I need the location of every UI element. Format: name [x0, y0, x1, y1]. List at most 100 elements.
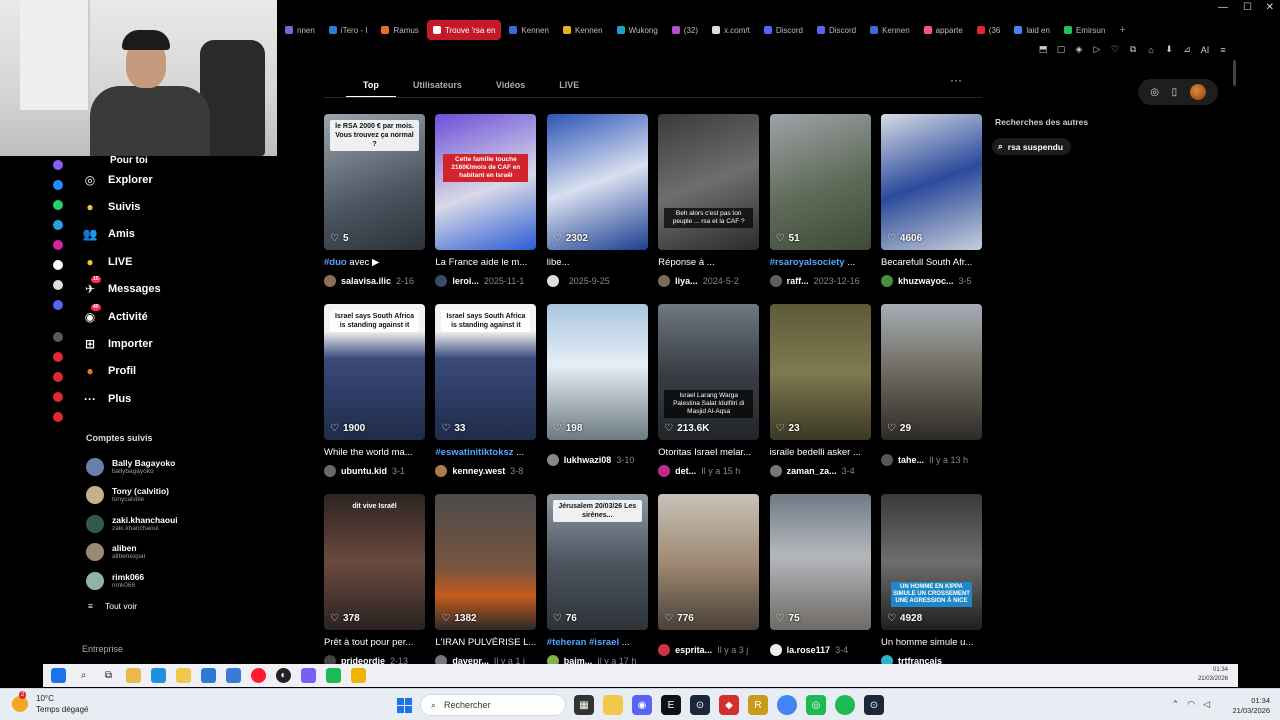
search-icon[interactable]: ⌕	[76, 668, 91, 683]
creator-username[interactable]: det...	[675, 466, 696, 476]
nav-item-more[interactable]: ··· Plus	[82, 385, 272, 412]
obs-icon[interactable]: ◐	[276, 668, 291, 683]
compass-icon[interactable]: ◎	[1150, 87, 1159, 98]
video-card[interactable]: ♡ 75 la.rose117 3-4	[769, 494, 871, 684]
nav-item-upload[interactable]: ⊞ Importer	[82, 330, 272, 357]
new-tab-button[interactable]: +	[1113, 24, 1131, 36]
x-icon[interactable]	[53, 280, 63, 290]
creator-username[interactable]: ubuntu.kid	[341, 466, 387, 476]
creator-avatar[interactable]	[880, 454, 893, 466]
browser-tab[interactable]: apparte	[918, 20, 969, 40]
video-thumbnail[interactable]: Jérusalem 20/03/26 Les sirènes... ♡ 76	[546, 494, 648, 630]
video-card[interactable]: ♡ 1382 L'IRAN PULVÉRISE L... davepr... Il…	[435, 494, 537, 684]
windows-start-button[interactable]	[397, 698, 412, 713]
creator-username[interactable]: zaman_za...	[787, 466, 837, 476]
video-thumbnail[interactable]: Beh alors c'est pas ton peuple ... rsa e…	[658, 114, 760, 250]
browser-tab[interactable]: iTero - I	[323, 20, 374, 40]
toolbar-icon[interactable]: ⧉	[1128, 44, 1138, 55]
creator-avatar[interactable]	[546, 275, 559, 287]
maximize-window-button[interactable]: ☐	[1243, 2, 1252, 13]
video-card[interactable]: UN HOMME EN KIPPA SIMULE UN CROSSEMENT U…	[880, 494, 982, 684]
browser-tab[interactable]: Kennen	[557, 20, 609, 40]
creator-username[interactable]: liya...	[675, 276, 698, 286]
bookmarks-icon[interactable]	[53, 392, 63, 402]
telegram-icon[interactable]	[53, 220, 63, 230]
browser-tab[interactable]: x.com/t	[706, 20, 756, 40]
spotify-icon[interactable]	[326, 668, 341, 683]
nav-item-live[interactable]: ● LIVE	[82, 248, 272, 275]
toolbar-icon[interactable]: ◈	[1074, 44, 1084, 55]
nav-item-explore[interactable]: ◎ Explorer	[82, 166, 272, 193]
browser-tab[interactable]: Emirsun	[1058, 20, 1111, 40]
video-thumbnail[interactable]: ♡ 4606	[880, 114, 982, 250]
creator-avatar[interactable]	[769, 275, 782, 287]
browser-tab[interactable]: Wukong	[611, 20, 664, 40]
device-icon[interactable]: ▯	[1172, 87, 1178, 98]
video-thumbnail[interactable]: ♡ 51	[769, 114, 871, 250]
video-caption[interactable]: libe...	[547, 257, 648, 268]
video-card[interactable]: Israel says South Africa is standing aga…	[435, 304, 537, 494]
toolbar-icon[interactable]: ⌂	[1146, 45, 1156, 55]
copilot-icon[interactable]	[126, 668, 141, 683]
creator-username[interactable]: la.rose117	[787, 645, 831, 655]
video-thumbnail[interactable]: Israel says South Africa is standing aga…	[324, 304, 425, 440]
video-caption[interactable]: #teheran #israel ...	[547, 637, 648, 648]
toolbar-icon[interactable]: ⬇	[1164, 44, 1174, 55]
system-clock[interactable]: 01:34 21/03/2026	[1232, 696, 1270, 716]
followed-account[interactable]: zaki.khanchaoui zaki.khanchaoui	[86, 510, 272, 539]
creator-avatar[interactable]	[658, 465, 671, 477]
toolbar-icon[interactable]: ⬒	[1038, 44, 1048, 55]
video-hashtag[interactable]: #teheran #israel	[547, 637, 619, 648]
video-thumbnail[interactable]: Cette famille touche 2160€/mois de CAF e…	[435, 114, 537, 250]
creator-avatar[interactable]	[324, 275, 336, 287]
followed-account[interactable]: Bally Bagayoko ballybagayoko	[86, 453, 272, 482]
opera-gx-icon[interactable]	[251, 668, 266, 683]
steam-icon[interactable]: ⊙	[690, 695, 710, 715]
video-caption[interactable]: Prêt à tout pour per...	[324, 637, 425, 648]
nav-item-following[interactable]: ● Suivis	[82, 193, 272, 220]
taskbar-search-input[interactable]: ⌕ Rechercher	[420, 694, 566, 716]
video-thumbnail[interactable]: le RSA 2000 € par mois. Vous trouvez ça …	[324, 114, 425, 250]
video-thumbnail[interactable]: Israel Larang Warga Palestina Salat Idul…	[658, 304, 760, 440]
creator-username[interactable]: lukhwazi08	[564, 455, 612, 465]
footer-entreprise-link[interactable]: Entreprise	[82, 644, 123, 654]
chevron-up-icon[interactable]: ⌃	[1172, 699, 1180, 710]
video-caption[interactable]: Otoritas Israel melar...	[658, 447, 759, 458]
toolbar-icon[interactable]: AI	[1200, 45, 1210, 55]
browser-tab[interactable]: (32)	[666, 20, 704, 40]
nav-item-friends[interactable]: 👥 Amis	[82, 221, 272, 248]
discord-icon[interactable]	[53, 300, 63, 310]
creator-avatar[interactable]	[880, 275, 893, 287]
discord-icon[interactable]: ◉	[632, 695, 652, 715]
tab-utilisateurs[interactable]: Utilisateurs	[396, 80, 479, 98]
video-caption[interactable]: Becarefull South Afr...	[881, 257, 982, 268]
epic-games-icon[interactable]: E	[661, 695, 681, 715]
toolbar-icon[interactable]: ⊿	[1182, 44, 1192, 55]
video-card[interactable]: ♡ 23 israile bedelli asker ... zaman_za..…	[769, 304, 871, 494]
creator-avatar[interactable]	[769, 644, 782, 656]
game-launcher-icon[interactable]: ◆	[719, 695, 739, 715]
video-card[interactable]: Beh alors c'est pas ton peuple ... rsa e…	[658, 114, 760, 304]
toolbar-icon[interactable]: ≡	[1218, 45, 1228, 55]
video-card[interactable]: Jérusalem 20/03/26 Les sirènes... ♡ 76 #t…	[546, 494, 648, 684]
browser-tab[interactable]: Trouve 'rsa en	[426, 20, 502, 40]
video-card[interactable]: ♡ 198 lukhwazi08 3-10	[546, 304, 648, 494]
close-window-button[interactable]: ✕	[1266, 2, 1274, 13]
video-caption[interactable]: La France aide le m...	[435, 257, 536, 268]
video-hashtag[interactable]: #duo	[324, 257, 347, 268]
followed-account[interactable]: rimk066 rimk066	[86, 567, 272, 596]
tab-live[interactable]: LIVE	[542, 80, 596, 98]
creator-avatar[interactable]	[769, 465, 782, 477]
store-icon[interactable]	[201, 668, 216, 683]
nav-item-profile[interactable]: ● Profil	[82, 358, 272, 385]
spotify-icon[interactable]	[835, 695, 855, 715]
see-all-button[interactable]: ≡ Tout voir	[88, 601, 272, 611]
instagram-icon[interactable]	[53, 240, 63, 250]
file-explorer-icon[interactable]	[176, 668, 191, 683]
history-icon[interactable]	[53, 372, 63, 382]
video-card[interactable]: ♡ 2302 libe... 2025-9-25	[546, 114, 648, 304]
tab-top[interactable]: Top	[346, 80, 396, 98]
creator-username[interactable]: kenney.west	[452, 466, 505, 476]
browser-tab[interactable]: laid en	[1008, 20, 1056, 40]
toolbar-icon[interactable]: ▷	[1092, 44, 1102, 55]
